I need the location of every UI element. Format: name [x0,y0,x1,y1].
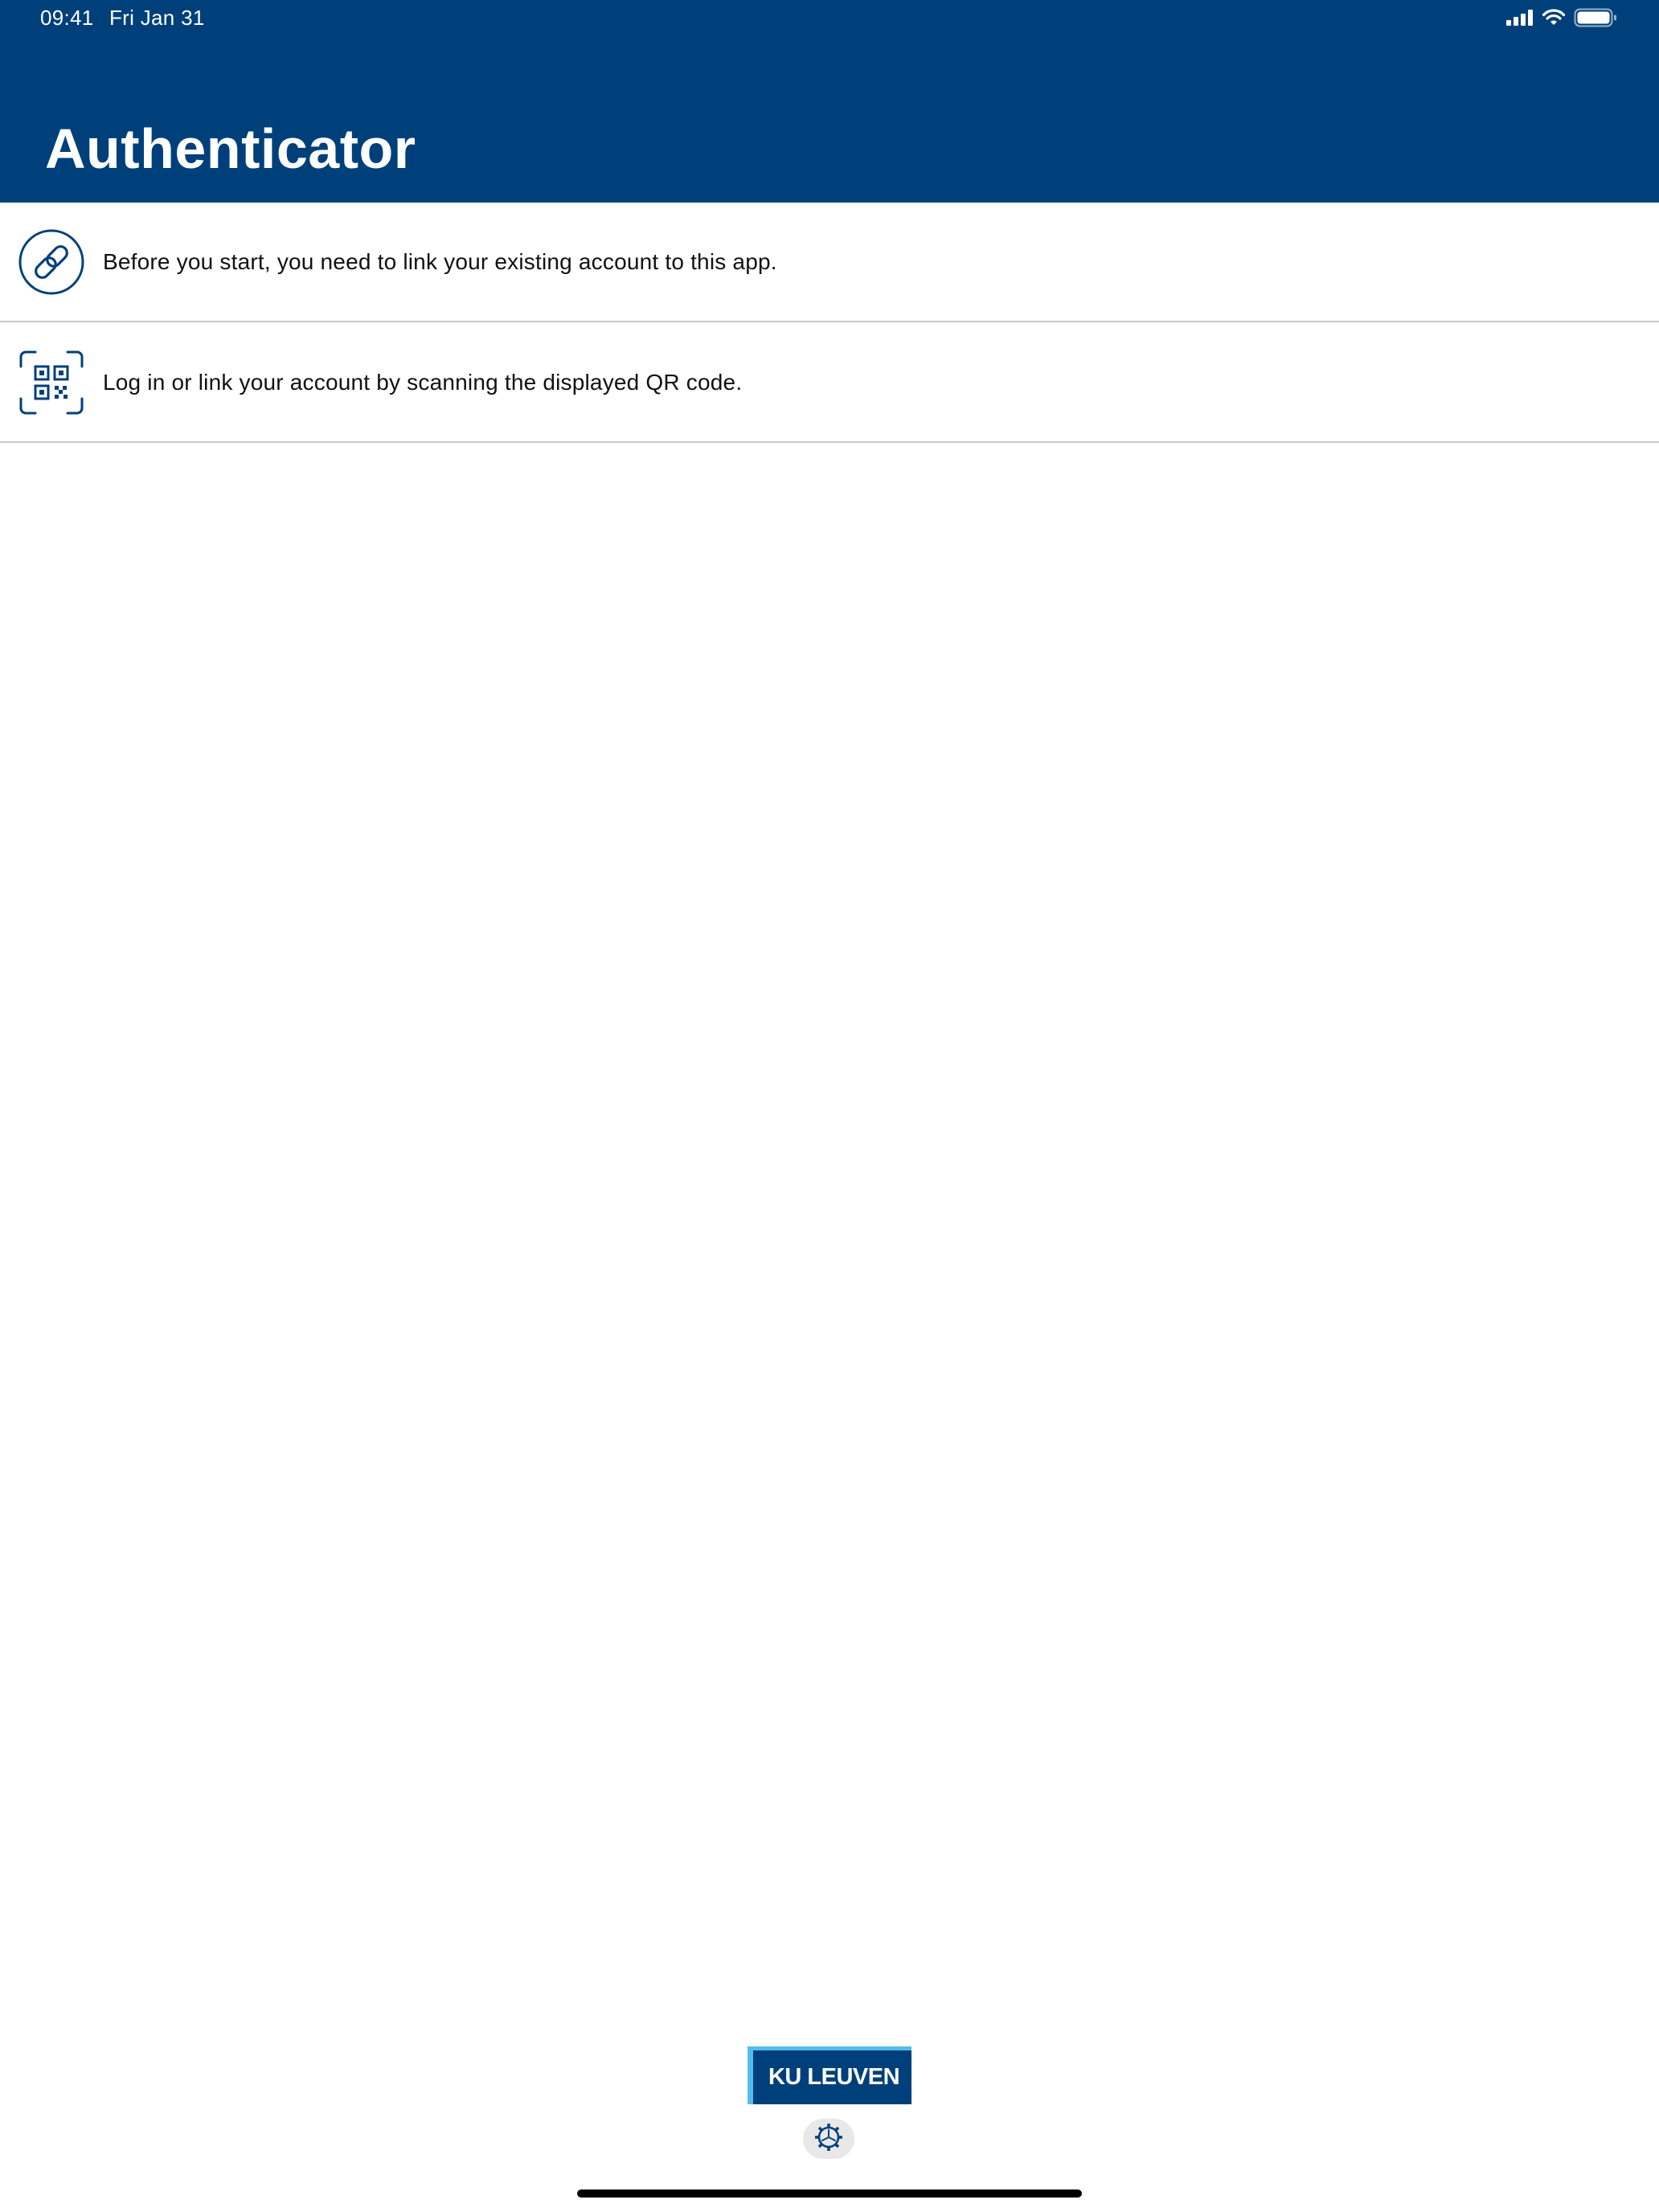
logo-text: KU LEUVEN [768,2064,900,2090]
list-item-text: Before you start, you need to link your … [103,249,777,274]
battery-icon [1574,8,1617,31]
link-icon [18,228,85,296]
status-bar: 09:41 Fri Jan 31 [0,0,1659,39]
home-indicator[interactable] [577,2189,1082,2198]
wifi-icon [1542,8,1566,31]
list-item-link-account[interactable]: Before you start, you need to link your … [0,203,1659,322]
gear-icon [813,2121,845,2157]
list-item-text: Log in or link your account by scanning … [103,370,743,395]
settings-button[interactable] [803,2119,854,2159]
status-date: Fri Jan 31 [109,6,205,30]
header: 09:41 Fri Jan 31 Authenticator [0,0,1659,203]
status-icons [1506,8,1617,31]
ku-leuven-logo: KU LEUVEN [748,2046,911,2104]
app-screen: 09:41 Fri Jan 31 Authenticator Before yo… [0,0,1659,2212]
cellular-signal-icon [1506,9,1534,30]
qr-code-scan-icon [18,349,85,416]
page-title: Authenticator [45,117,416,180]
status-time: 09:41 [40,6,94,30]
list-item-scan-qr[interactable]: Log in or link your account by scanning … [0,324,1659,443]
